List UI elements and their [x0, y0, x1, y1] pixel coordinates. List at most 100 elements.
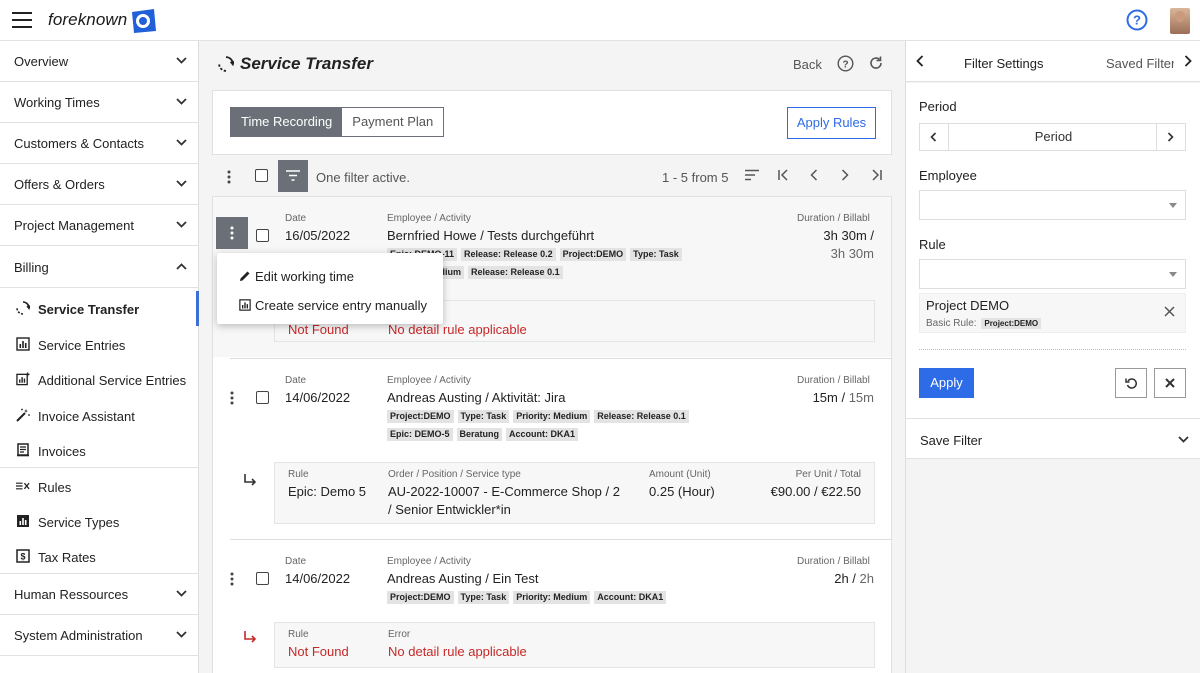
tag: Project:DEMO — [387, 591, 454, 604]
service-transfer-icon — [16, 301, 30, 315]
row-checkbox[interactable] — [256, 391, 269, 404]
sidebar-section-system-administration[interactable]: System Administration — [0, 615, 199, 656]
sidebar-item-service-transfer[interactable]: Service Transfer — [0, 291, 199, 326]
period-value[interactable]: Period — [950, 129, 1157, 144]
record-date: 16/05/2022 — [285, 228, 351, 243]
apply-rules-button[interactable]: Apply Rules — [787, 107, 876, 139]
top-bar: foreknown ? — [0, 0, 1200, 41]
sidebar-section-billing[interactable]: Billing — [0, 247, 199, 288]
period-next-button[interactable] — [1156, 124, 1185, 150]
amount-value: 0.25 (Hour) — [649, 484, 715, 499]
sidebar-section-human-ressources[interactable]: Human Ressources — [0, 574, 199, 615]
sidebar-item-rules[interactable]: Rules — [0, 469, 199, 504]
chevron-right-icon[interactable] — [1184, 55, 1192, 67]
first-page-icon[interactable] — [778, 169, 789, 181]
sort-icon[interactable] — [745, 169, 759, 181]
chevron-down-icon — [176, 57, 187, 64]
back-button[interactable]: Back — [793, 57, 822, 72]
price-value: €90.00 / €22.50 — [770, 484, 861, 499]
error-value: No detail rule applicable — [388, 322, 527, 337]
help-icon[interactable]: ? — [1126, 9, 1148, 31]
svg-text:$: $ — [20, 552, 25, 562]
reset-filter-button[interactable] — [1115, 368, 1147, 398]
svg-text:?: ? — [842, 60, 848, 71]
sidebar-section-overview[interactable]: Overview — [0, 41, 199, 82]
sidebar-item-invoice-assistant[interactable]: Invoice Assistant — [0, 398, 199, 433]
apply-filter-button[interactable]: Apply — [919, 368, 974, 398]
chevron-down-icon — [176, 98, 187, 105]
record-billable: 15m — [848, 390, 874, 405]
tag: Release: Release 0.1 — [594, 410, 689, 423]
subdirectory-arrow-icon — [244, 631, 257, 643]
tag: Beratung — [456, 428, 503, 441]
record-billable: 3h 30m — [830, 246, 874, 261]
tab-time-recording[interactable]: Time Recording — [231, 108, 343, 136]
tab-saved-filters[interactable]: Saved Filters — [1106, 56, 1174, 71]
menu-item-create-service-entry[interactable]: Create service entry manually — [217, 290, 443, 319]
error-value: No detail rule applicable — [388, 644, 527, 659]
row-checkbox[interactable] — [256, 229, 269, 242]
record-billable: 2h — [859, 571, 874, 586]
chevron-down-icon — [176, 590, 187, 597]
period-selector: Period — [919, 123, 1186, 151]
record-date: 14/06/2022 — [285, 571, 351, 586]
filter-button[interactable] — [278, 160, 308, 192]
sidebar-section-working-times[interactable]: Working Times — [0, 82, 199, 123]
tag: Account: DKA1 — [594, 591, 667, 604]
tab-filter-settings[interactable]: Filter Settings — [964, 56, 1043, 71]
help-circle-icon[interactable]: ? — [837, 55, 854, 72]
tag: Type: Task — [630, 248, 682, 261]
chart-plus-icon — [16, 372, 30, 386]
record-tags: Project:DEMO Type: Task Priority: Medium… — [387, 591, 667, 604]
previous-page-icon[interactable] — [810, 169, 818, 181]
refresh-icon[interactable] — [868, 55, 884, 71]
menu-item-edit-working-time[interactable]: Edit working time — [217, 261, 443, 290]
sidebar-item-service-entries[interactable]: Service Entries — [0, 327, 199, 362]
list-toolbar: One filter active. 1 - 5 from 5 — [212, 159, 892, 195]
sidebar-section-project-management[interactable]: Project Management — [0, 205, 199, 246]
filter-icon — [286, 170, 300, 181]
main-content: Service Transfer Back ? Time Recording P… — [200, 41, 904, 673]
menu-icon[interactable] — [12, 12, 32, 28]
basic-rule-info: Basic Rule: Project:DEMO — [926, 318, 1042, 329]
period-previous-button[interactable] — [920, 124, 949, 150]
tag: Priority: Medium — [513, 410, 591, 423]
record-tags: Project:DEMO Type: Task Priority: Medium… — [387, 410, 689, 423]
tag: Account: DKA1 — [506, 428, 579, 441]
magic-wand-icon — [16, 408, 30, 422]
last-page-icon[interactable] — [871, 169, 882, 181]
chevron-left-icon[interactable] — [916, 55, 924, 67]
sidebar-item-tax-rates[interactable]: $ Tax Rates — [0, 539, 199, 574]
row-checkbox[interactable] — [256, 572, 269, 585]
brand-logo-icon — [132, 9, 156, 33]
avatar[interactable] — [1170, 8, 1190, 34]
clear-filter-button[interactable] — [1154, 368, 1186, 398]
subdirectory-arrow-icon — [244, 474, 257, 486]
next-page-icon[interactable] — [841, 169, 849, 181]
more-vertical-icon — [230, 226, 234, 240]
sidebar-item-service-types[interactable]: Service Types — [0, 504, 199, 539]
selected-rule-chip: Project DEMO Basic Rule: Project:DEMO — [919, 293, 1186, 333]
close-icon[interactable] — [1164, 306, 1175, 317]
list-item: Date 14/06/2022 Employee / Activity Andr… — [213, 540, 891, 673]
select-all-checkbox[interactable] — [255, 169, 268, 182]
tab-payment-plan[interactable]: Payment Plan — [342, 108, 444, 136]
sidebar-section-offers-orders[interactable]: Offers & Orders — [0, 164, 199, 205]
sidebar-item-additional-service-entries[interactable]: Additional Service Entries — [0, 362, 199, 397]
sidebar-section-customers-contacts[interactable]: Customers & Contacts — [0, 123, 199, 164]
more-vertical-icon[interactable] — [229, 390, 235, 406]
record-duration: 2h / 2h — [834, 571, 874, 586]
tag: Release: Release 0.1 — [468, 266, 563, 279]
tag: Project:DEMO — [387, 410, 454, 423]
employee-select[interactable] — [919, 190, 1186, 220]
tag: Release: Release 0.2 — [461, 248, 556, 261]
more-vertical-icon[interactable] — [226, 169, 232, 185]
rule-value: Not Found — [288, 322, 349, 337]
row-menu-button[interactable] — [216, 217, 248, 249]
save-filter-section[interactable]: Save Filter — [906, 418, 1200, 459]
chevron-down-icon — [176, 631, 187, 638]
rule-select[interactable] — [919, 259, 1186, 289]
pencil-icon — [240, 271, 250, 281]
more-vertical-icon[interactable] — [229, 571, 235, 587]
sidebar-item-invoices[interactable]: Invoices — [0, 433, 199, 468]
